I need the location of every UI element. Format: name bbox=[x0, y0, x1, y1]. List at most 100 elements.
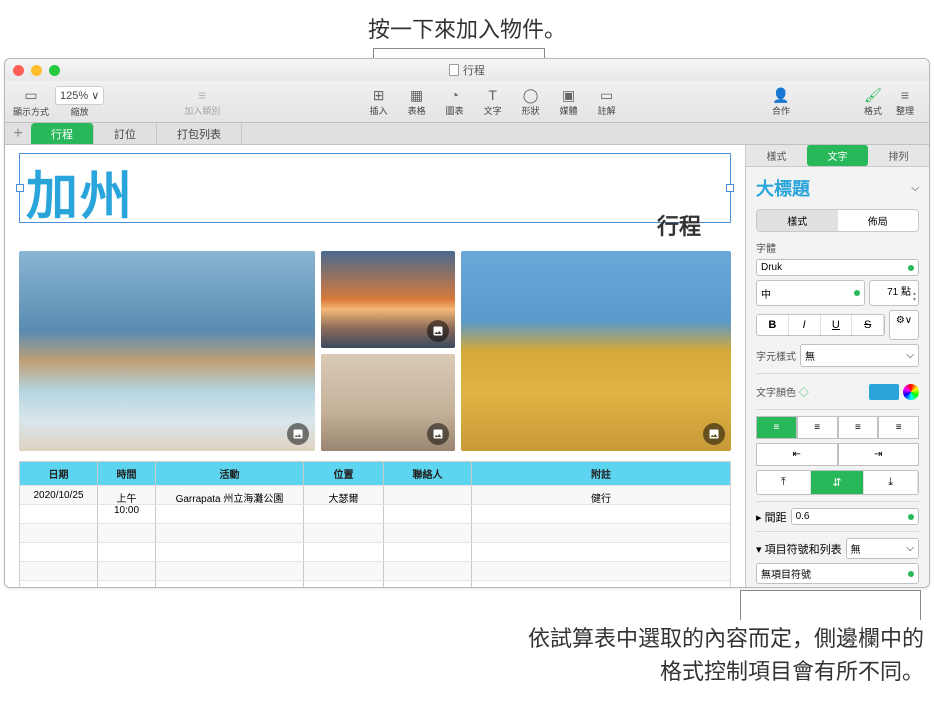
table-row[interactable] bbox=[20, 523, 730, 542]
cell-time[interactable]: 上午10:00 bbox=[98, 486, 156, 504]
horizontal-align-group: ≡ ≡ ≡ ≡ bbox=[756, 416, 919, 439]
cell-contact[interactable] bbox=[384, 486, 472, 504]
table-row[interactable]: 2020/10/25 上午10:00 Garrapata 州立海灘公園 大瑟爾 … bbox=[20, 485, 730, 504]
valign-middle-button[interactable]: ⇵ bbox=[811, 471, 865, 494]
tab-text[interactable]: 文字 bbox=[807, 145, 868, 166]
italic-button[interactable]: I bbox=[789, 315, 821, 335]
seg-style[interactable]: 樣式 bbox=[757, 210, 838, 231]
cell-activity[interactable]: Garrapata 州立海灘公園 bbox=[156, 486, 304, 504]
media-icon: ▣ bbox=[557, 86, 581, 104]
callout-line bbox=[740, 590, 920, 591]
align-right-button[interactable]: ≡ bbox=[838, 416, 879, 439]
chart-icon: ◔ bbox=[443, 86, 467, 104]
callout-line bbox=[920, 590, 921, 620]
insert-button[interactable]: ⊞插入 bbox=[363, 86, 395, 117]
add-category-button[interactable]: ≡ 加入類別 bbox=[184, 86, 220, 117]
table-icon: ▦ bbox=[405, 86, 429, 104]
align-justify-button[interactable]: ≡ bbox=[878, 416, 919, 439]
paragraph-style-dropdown[interactable]: 大標題 ⌵ bbox=[756, 175, 919, 201]
document-title[interactable]: 加州 bbox=[20, 154, 730, 229]
bold-button[interactable]: B bbox=[757, 315, 789, 335]
font-size-input[interactable]: 71 點▴▾ bbox=[869, 280, 919, 306]
table-row[interactable] bbox=[20, 504, 730, 523]
tab-arrange[interactable]: 排列 bbox=[868, 145, 929, 166]
char-style-dropdown[interactable]: 無⌵ bbox=[800, 344, 919, 367]
font-weight-dropdown[interactable]: 中 bbox=[756, 280, 865, 306]
align-center-button[interactable]: ≡ bbox=[797, 416, 838, 439]
window-title: 行程 bbox=[5, 62, 929, 78]
table-row[interactable] bbox=[20, 561, 730, 580]
image-lighthouse[interactable] bbox=[321, 251, 455, 348]
vertical-align-group: ⤒ ⇵ ⤓ bbox=[756, 470, 919, 495]
chart-button[interactable]: ◔圖表 bbox=[439, 86, 471, 117]
spacing-input[interactable]: 0.6 bbox=[791, 508, 919, 525]
format-icon: 🖌 bbox=[861, 86, 885, 104]
align-left-button[interactable]: ≡ bbox=[756, 416, 797, 439]
text-button[interactable]: T文字 bbox=[477, 86, 509, 117]
sidebar-tabs: 樣式 文字 排列 bbox=[746, 145, 929, 167]
cell-date[interactable]: 2020/10/25 bbox=[20, 486, 98, 504]
sheet-tab-reservations[interactable]: 訂位 bbox=[94, 123, 157, 144]
text-color-swatch[interactable] bbox=[869, 384, 899, 400]
document-icon bbox=[449, 64, 459, 76]
bullets-dropdown[interactable]: 無⌵ bbox=[846, 538, 919, 559]
sheet-tab-itinerary[interactable]: 行程 bbox=[31, 123, 94, 144]
callout-bottom: 依試算表中選取的內容而定，側邊欄中的 格式控制項目會有所不同。 bbox=[280, 622, 924, 688]
indent-button[interactable]: ⇥ bbox=[838, 443, 920, 466]
view-icon: ▭ bbox=[19, 87, 43, 105]
text-icon: T bbox=[481, 86, 505, 104]
header-location[interactable]: 位置 bbox=[304, 462, 384, 485]
app-window: 行程 ▭ 顯示方式 125% ∨ 縮放 ≡ 加入類別 ⊞插入 ▦表格 ◔圖表 T… bbox=[4, 58, 930, 588]
table-row[interactable] bbox=[20, 542, 730, 561]
document-subtitle[interactable]: 行程 bbox=[657, 209, 701, 241]
sheet-tabs: + 行程 訂位 打包列表 bbox=[5, 123, 929, 145]
header-contact[interactable]: 聯絡人 bbox=[384, 462, 472, 485]
image-icon bbox=[427, 320, 449, 342]
view-button[interactable]: ▭ 顯示方式 bbox=[13, 87, 49, 118]
tab-style[interactable]: 樣式 bbox=[746, 145, 807, 166]
spacing-disclosure[interactable]: ▸ 間距 bbox=[756, 509, 787, 525]
insert-icon: ⊞ bbox=[367, 86, 391, 104]
header-activity[interactable]: 活動 bbox=[156, 462, 304, 485]
table-header-row: 日期 時間 活動 位置 聯絡人 附註 bbox=[20, 462, 730, 485]
toolbar: ▭ 顯示方式 125% ∨ 縮放 ≡ 加入類別 ⊞插入 ▦表格 ◔圖表 T文字 … bbox=[5, 81, 929, 123]
sheet-tab-packing[interactable]: 打包列表 bbox=[157, 123, 242, 144]
indent-group: ⇤ ⇥ bbox=[756, 443, 919, 466]
strike-button[interactable]: S bbox=[852, 315, 884, 335]
header-note[interactable]: 附註 bbox=[472, 462, 730, 485]
collaborate-button[interactable]: 👤合作 bbox=[765, 86, 797, 117]
color-picker-button[interactable] bbox=[903, 384, 919, 400]
outdent-button[interactable]: ⇤ bbox=[756, 443, 838, 466]
callout-line bbox=[740, 590, 741, 620]
image-gallery bbox=[19, 251, 731, 451]
char-style-label: 字元樣式 bbox=[756, 348, 796, 363]
advanced-options-button[interactable]: ⚙∨ bbox=[889, 310, 919, 340]
itinerary-table[interactable]: 日期 時間 活動 位置 聯絡人 附註 2020/10/25 上午10:00 Ga… bbox=[19, 461, 731, 587]
font-family-dropdown[interactable]: Druk bbox=[756, 259, 919, 276]
seg-layout[interactable]: 佈局 bbox=[838, 210, 919, 231]
image-flowers[interactable] bbox=[461, 251, 731, 451]
comment-button[interactable]: ▭註解 bbox=[591, 86, 623, 117]
media-button[interactable]: ▣媒體 bbox=[553, 86, 585, 117]
image-icon bbox=[287, 423, 309, 445]
bullet-style-dropdown[interactable]: 無項目符號 bbox=[756, 563, 919, 584]
format-button[interactable]: 🖌格式 bbox=[857, 86, 889, 117]
image-seals[interactable] bbox=[321, 354, 455, 451]
valign-top-button[interactable]: ⤒ bbox=[757, 471, 811, 494]
image-coast[interactable] bbox=[19, 251, 315, 451]
organize-button[interactable]: ≡整理 bbox=[889, 86, 921, 117]
shape-button[interactable]: ◯形狀 bbox=[515, 86, 547, 117]
valign-bottom-button[interactable]: ⤓ bbox=[864, 471, 918, 494]
image-icon bbox=[427, 423, 449, 445]
header-date[interactable]: 日期 bbox=[20, 462, 98, 485]
underline-button[interactable]: U bbox=[821, 315, 853, 335]
cell-location[interactable]: 大瑟爾 bbox=[304, 486, 384, 504]
table-row[interactable] bbox=[20, 580, 730, 587]
title-text-box[interactable]: 加州 bbox=[19, 153, 731, 223]
cell-note[interactable]: 健行 bbox=[472, 486, 730, 504]
zoom-dropdown[interactable]: 125% ∨ 縮放 bbox=[55, 86, 104, 118]
header-time[interactable]: 時間 bbox=[98, 462, 156, 485]
table-button[interactable]: ▦表格 bbox=[401, 86, 433, 117]
bullets-disclosure[interactable]: ▾ 項目符號和列表 bbox=[756, 541, 842, 557]
add-sheet-button[interactable]: + bbox=[5, 123, 31, 144]
